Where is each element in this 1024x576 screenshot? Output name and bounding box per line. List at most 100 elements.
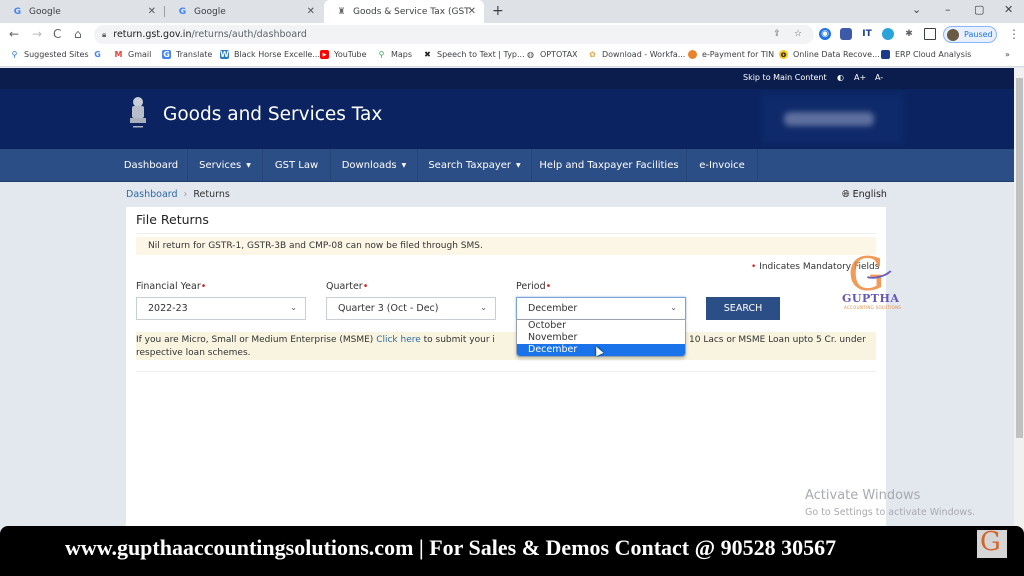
home-icon[interactable]: ⌂ (74, 27, 82, 41)
browser-tab[interactable]: G Google ✕ (165, 0, 323, 23)
nav-help-taxpayer-facilities[interactable]: Help and Taxpayer Facilities (532, 149, 687, 182)
bookmarks-bar: ⚲ Suggested Sites G M Gmail G Translate W Bl… (0, 46, 1024, 67)
lock-icon: 🔒︎ (102, 29, 107, 39)
watermark-name: GUPTHA (842, 292, 900, 305)
bookmark-youtube[interactable]: ▶ YouTube (320, 50, 367, 59)
tab-title: Google (29, 6, 61, 17)
back-icon[interactable]: ← (9, 27, 19, 41)
bookmark-speech-to-text[interactable]: ✖ Speech to Text | Typ... (423, 50, 525, 59)
search-button[interactable]: SEARCH (706, 297, 780, 320)
period-value: December (528, 303, 578, 314)
browser-tab-strip: G Google ✕ G Google ✕ ♜ Goods & Service … (0, 0, 1024, 23)
browser-menu-icon[interactable]: ⋮ (1008, 27, 1020, 41)
period-option-november[interactable]: November (517, 332, 685, 344)
url-path: /returns/auth/dashboard (191, 29, 307, 40)
bookmark-gmail[interactable]: M Gmail (114, 50, 152, 59)
youtube-icon: ▶ (320, 50, 329, 59)
contrast-icon[interactable]: ◐ (837, 73, 844, 82)
msme-click-here-link[interactable]: Click here (376, 335, 421, 345)
language-selector[interactable]: 🌐︎ English (842, 189, 887, 200)
nav-gst-law[interactable]: GST Law (263, 149, 331, 182)
speech-icon: ✖ (424, 50, 431, 59)
bookmark-optotax[interactable]: ◍ OPTOTAX (526, 50, 578, 59)
maps-icon: ⚲ (378, 50, 385, 59)
payment-icon (688, 50, 697, 59)
extension-eye-icon[interactable]: ◉ (819, 28, 831, 40)
avatar (947, 28, 959, 41)
minimize-button[interactable]: – (945, 3, 951, 16)
globe-icon: ◍ (527, 50, 534, 59)
skip-to-main-link[interactable]: Skip to Main Content (743, 73, 827, 82)
financial-year-select[interactable]: 2022-23 ⌄ (136, 297, 306, 320)
extension-screen-icon[interactable] (840, 28, 852, 40)
erp-icon (881, 50, 890, 59)
url-input[interactable]: 🔒︎ return.gst.gov.in/returns/auth/dashbo… (94, 25, 814, 44)
nav-services[interactable]: Services ▼ (188, 149, 263, 182)
period-label: Period• (516, 281, 552, 292)
tab-title: Goods & Service Tax (GST) | User (353, 6, 471, 17)
browser-tab-active[interactable]: ♜ Goods & Service Tax (GST) | User ✕ (324, 0, 484, 23)
chevron-down-icon: ⌄ (290, 303, 297, 312)
download-icon: ✿ (589, 50, 596, 59)
sms-notice: Nil return for GSTR-1, GSTR-3B and CMP-0… (136, 237, 876, 255)
chevron-down-icon: ⌄ (480, 303, 487, 312)
file-returns-panel (126, 207, 886, 527)
bookmark-black-horse[interactable]: W Black Horse Excelle... (220, 50, 320, 59)
tab-title: Google (194, 6, 226, 17)
bookmark-star-icon[interactable]: ☆ (792, 28, 804, 40)
browser-tab[interactable]: G Google ✕ (0, 0, 164, 23)
activate-windows-title: Activate Windows (805, 488, 921, 503)
language-label: English (852, 189, 887, 200)
bookmark-download-workfa[interactable]: ✿ Download - Workfa... (588, 50, 685, 59)
share-icon[interactable]: ⇪ (771, 28, 783, 40)
breadcrumb-separator: › (183, 189, 188, 200)
close-tab-icon[interactable]: ✕ (307, 6, 315, 17)
bookmark-google[interactable]: G (93, 50, 107, 59)
new-tab-button[interactable]: + (492, 3, 504, 19)
close-tab-icon[interactable]: ✕ (148, 6, 156, 17)
reload-icon[interactable]: C (53, 27, 61, 41)
user-info-blurred (762, 94, 904, 144)
nav-dashboard[interactable]: Dashboard (115, 149, 188, 182)
caret-down-icon: ▼ (246, 162, 251, 169)
google-icon: G (13, 6, 22, 17)
close-tab-icon[interactable]: ✕ (468, 6, 476, 17)
bookmark-maps[interactable]: ⚲ Maps (377, 50, 413, 59)
watermark-subtitle: ACCOUNTING SOLUTIONS (844, 305, 902, 310)
extension-sync-icon[interactable] (882, 28, 894, 40)
recovery-icon: o (779, 50, 788, 59)
accessibility-bar: Skip to Main Content ◐ A+ A- (0, 68, 1014, 89)
side-panel-icon[interactable] (924, 28, 936, 40)
bookmark-online-data-recovery[interactable]: o Online Data Recove... (779, 50, 880, 59)
bookmark-e-payment[interactable]: e-Payment for TIN (688, 50, 774, 59)
google-icon: G (178, 6, 187, 17)
tab-search-icon[interactable]: ⌄ (912, 3, 921, 16)
profile-status: Paused (964, 30, 993, 39)
india-emblem-icon (130, 97, 146, 128)
bookmarks-overflow-button[interactable]: » (1005, 50, 1010, 59)
period-select[interactable]: December ⌄ (516, 297, 686, 320)
bookmark-suggested-sites[interactable]: ⚲ Suggested Sites (10, 50, 89, 59)
quarter-select[interactable]: Quarter 3 (Oct - Dec) ⌄ (326, 297, 496, 320)
extensions-puzzle-icon[interactable]: ✱ (903, 28, 915, 40)
nav-downloads[interactable]: Downloads ▼ (331, 149, 418, 182)
decrease-font-button[interactable]: A- (875, 73, 883, 82)
profile-button[interactable]: Paused (943, 26, 997, 43)
extension-text-icon[interactable]: IT (861, 28, 873, 40)
period-option-october[interactable]: October (517, 320, 685, 332)
bookmark-translate[interactable]: G Translate (162, 50, 212, 59)
breadcrumb-dashboard[interactable]: Dashboard (126, 189, 178, 200)
close-window-button[interactable]: ✕ (1004, 3, 1013, 16)
address-bar-row: ← → C ⌂ 🔒︎ return.gst.gov.in/returns/aut… (0, 23, 1024, 46)
increase-font-button[interactable]: A+ (854, 73, 866, 82)
nav-e-invoice[interactable]: e-Invoice (687, 149, 758, 182)
forward-icon[interactable]: → (32, 27, 42, 41)
bookmark-erp-cloud[interactable]: ERP Cloud Analysis (881, 50, 971, 59)
site-title[interactable]: Goods and Services Tax (163, 104, 382, 125)
scrollbar-thumb[interactable] (1016, 78, 1023, 438)
nav-search-taxpayer[interactable]: Search Taxpayer ▼ (418, 149, 532, 182)
caret-down-icon: ▼ (401, 162, 407, 169)
maximize-button[interactable]: ▢ (974, 3, 984, 16)
india-emblem-icon: ♜ (337, 6, 346, 17)
quarter-label: Quarter• (326, 281, 369, 292)
